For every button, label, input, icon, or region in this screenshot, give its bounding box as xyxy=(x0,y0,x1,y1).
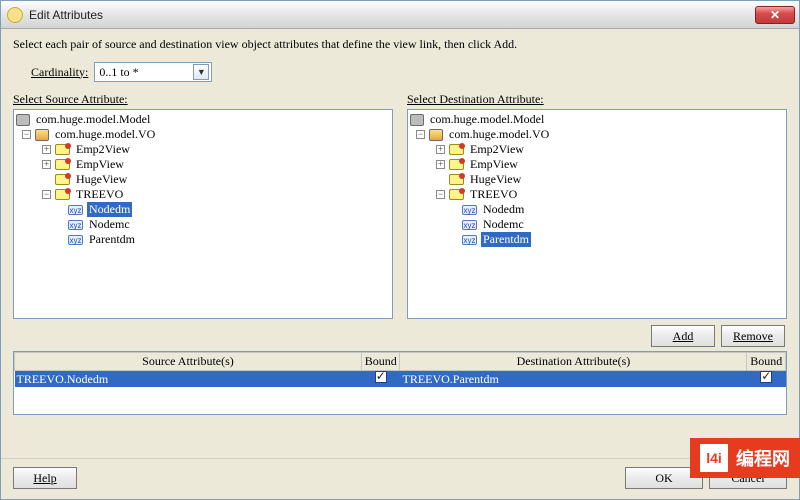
cell-destination-attr: TREEVO.Parentdm xyxy=(400,371,747,388)
source-selected-attr: Nodedm xyxy=(87,202,132,217)
view-icon xyxy=(55,174,70,185)
col-destination[interactable]: Destination Attribute(s) xyxy=(400,353,747,371)
titlebar[interactable]: Edit Attributes ✕ xyxy=(1,1,799,29)
attribute-icon: xyz xyxy=(68,205,83,215)
brand-text: 编程网 xyxy=(736,445,790,471)
col-bound-dst[interactable]: Bound xyxy=(747,353,786,371)
tree-view[interactable]: +EmpView xyxy=(410,157,784,172)
expand-icon[interactable]: + xyxy=(436,145,445,154)
checkbox-icon[interactable] xyxy=(760,371,772,383)
col-source[interactable]: Source Attribute(s) xyxy=(15,353,362,371)
collapse-icon[interactable]: − xyxy=(42,190,51,199)
table-header-row: Source Attribute(s) Bound Destination At… xyxy=(15,353,786,371)
cell-bound-dst[interactable] xyxy=(747,371,786,388)
collapse-icon[interactable]: − xyxy=(416,130,425,139)
chevron-down-icon: ▼ xyxy=(193,64,209,80)
cardinality-select[interactable]: 0..1 to * ▼ xyxy=(94,62,212,82)
tree-attr[interactable]: xyz Parentdm xyxy=(410,232,784,247)
dialog-title: Edit Attributes xyxy=(29,8,755,22)
tree-view-treevo[interactable]: −TREEVO xyxy=(16,187,390,202)
close-button[interactable]: ✕ xyxy=(755,6,795,24)
view-icon xyxy=(55,189,70,200)
tree-pkg[interactable]: −com.huge.model.VO xyxy=(16,127,390,142)
model-icon xyxy=(16,114,30,126)
tree-pkg[interactable]: −com.huge.model.VO xyxy=(410,127,784,142)
cardinality-row: Cardinality: 0..1 to * ▼ xyxy=(13,62,787,82)
destination-selected-attr: Parentdm xyxy=(481,232,531,247)
expand-icon[interactable]: + xyxy=(42,145,51,154)
tree-attr[interactable]: xyz Nodedm xyxy=(16,202,390,217)
watermark-branding: l4i 编程网 xyxy=(690,438,800,478)
source-pane: Select Source Attribute: com.huge.model.… xyxy=(13,92,393,319)
dialog-footer: Help OK Cancel xyxy=(1,458,799,499)
checkbox-icon[interactable] xyxy=(375,371,387,383)
tree-view[interactable]: HugeView xyxy=(16,172,390,187)
collapse-icon[interactable]: − xyxy=(22,130,31,139)
attribute-icon: xyz xyxy=(68,220,83,230)
help-button[interactable]: Help xyxy=(13,467,77,489)
expand-icon[interactable]: + xyxy=(436,160,445,169)
app-icon xyxy=(7,7,23,23)
tree-root[interactable]: com.huge.model.Model xyxy=(16,112,390,127)
tree-view[interactable]: HugeView xyxy=(410,172,784,187)
cell-source-attr: TREEVO.Nodedm xyxy=(15,371,362,388)
add-remove-row: Add Remove xyxy=(13,325,787,347)
collapse-icon[interactable]: − xyxy=(436,190,445,199)
remove-button[interactable]: Remove xyxy=(721,325,785,347)
package-icon xyxy=(35,129,49,141)
view-icon xyxy=(449,159,464,170)
col-bound-src[interactable]: Bound xyxy=(361,353,400,371)
destination-label: Select Destination Attribute: xyxy=(407,92,787,107)
tree-view[interactable]: +EmpView xyxy=(16,157,390,172)
close-icon: ✕ xyxy=(770,8,780,22)
view-icon xyxy=(449,189,464,200)
tree-view[interactable]: +Emp2View xyxy=(16,142,390,157)
tree-root[interactable]: com.huge.model.Model xyxy=(410,112,784,127)
mapping-table[interactable]: Source Attribute(s) Bound Destination At… xyxy=(13,351,787,415)
dialog-content: Select each pair of source and destinati… xyxy=(1,29,799,458)
dialog-window: Edit Attributes ✕ Select each pair of so… xyxy=(0,0,800,500)
table-row[interactable]: TREEVO.Nodedm TREEVO.Parentdm xyxy=(15,371,786,388)
attribute-icon: xyz xyxy=(462,205,477,215)
package-icon xyxy=(429,129,443,141)
instruction-text: Select each pair of source and destinati… xyxy=(13,37,787,52)
attribute-icon: xyz xyxy=(462,220,477,230)
attribute-icon: xyz xyxy=(462,235,477,245)
view-icon xyxy=(449,174,464,185)
view-icon xyxy=(55,144,70,155)
view-icon xyxy=(449,144,464,155)
model-icon xyxy=(410,114,424,126)
cardinality-value: 0..1 to * xyxy=(99,65,189,80)
expand-icon[interactable]: + xyxy=(42,160,51,169)
source-tree[interactable]: com.huge.model.Model −com.huge.model.VO … xyxy=(13,109,393,319)
destination-tree[interactable]: com.huge.model.Model −com.huge.model.VO … xyxy=(407,109,787,319)
attribute-icon: xyz xyxy=(68,235,83,245)
cardinality-label: Cardinality: xyxy=(31,65,88,80)
source-label: Select Source Attribute: xyxy=(13,92,393,107)
tree-attr[interactable]: xyzParentdm xyxy=(16,232,390,247)
tree-view-treevo[interactable]: −TREEVO xyxy=(410,187,784,202)
view-icon xyxy=(55,159,70,170)
tree-attr[interactable]: xyzNodedm xyxy=(410,202,784,217)
cell-bound-src[interactable] xyxy=(361,371,400,388)
tree-attr[interactable]: xyzNodemc xyxy=(16,217,390,232)
tree-view[interactable]: +Emp2View xyxy=(410,142,784,157)
destination-pane: Select Destination Attribute: com.huge.m… xyxy=(407,92,787,319)
brand-logo-icon: l4i xyxy=(700,444,728,472)
tree-attr[interactable]: xyzNodemc xyxy=(410,217,784,232)
add-button[interactable]: Add xyxy=(651,325,715,347)
